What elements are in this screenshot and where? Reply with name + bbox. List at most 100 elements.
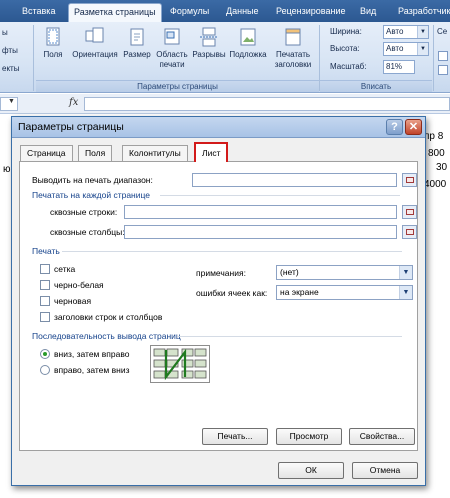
- chevron-down-icon: ▼: [417, 26, 428, 38]
- tab-page[interactable]: Страница: [20, 145, 73, 161]
- properties-button[interactable]: Свойства...: [349, 428, 415, 445]
- cols-repeat-input[interactable]: [124, 225, 397, 239]
- page-setup-dialog: Параметры страницы ? ✕ Страница Поля Кол…: [11, 116, 426, 486]
- ribbon-left-item-1[interactable]: ы: [2, 28, 8, 37]
- orientation-label: Ориентация: [72, 50, 118, 59]
- ribbon-separator: [33, 25, 34, 91]
- range-select-icon: [406, 209, 414, 215]
- tab-page-layout[interactable]: Разметка страницы: [68, 3, 162, 22]
- column-header-fragment: пр 8: [424, 131, 444, 142]
- background-icon: [240, 28, 256, 46]
- section-divider: [178, 336, 402, 337]
- print-area-label: Выводить на печать диапазон:: [32, 175, 153, 185]
- print-button[interactable]: Печать...: [202, 428, 268, 445]
- orientation-button[interactable]: Ориентация: [69, 24, 121, 80]
- cell-errors-label: ошибки ячеек как:: [196, 288, 268, 298]
- page-order-preview-icon: [150, 345, 210, 383]
- rows-repeat-label: сквозные строки:: [50, 207, 118, 217]
- page-order-diagram-icon: [153, 348, 207, 381]
- group-page-setup-label: Параметры страницы: [36, 80, 319, 92]
- cell-errors-value: на экране: [280, 287, 319, 297]
- tab-formulas[interactable]: Формулы: [170, 3, 209, 22]
- breaks-button[interactable]: Разрывы: [192, 24, 226, 80]
- section-divider: [62, 251, 402, 252]
- range-select-icon: [406, 177, 414, 183]
- tab-data[interactable]: Данные: [226, 3, 259, 22]
- preview-button[interactable]: Просмотр: [276, 428, 342, 445]
- page-order-section: Последовательность вывода страниц: [32, 331, 181, 341]
- range-select-icon: [406, 229, 414, 235]
- cell-value[interactable]: 800: [428, 148, 445, 159]
- dialog-title-bar[interactable]: Параметры страницы ? ✕: [12, 117, 425, 138]
- width-label: Ширина:: [330, 27, 362, 36]
- sheet-option-checkbox[interactable]: [438, 65, 448, 75]
- ribbon-separator: [433, 25, 434, 91]
- black-white-checkbox[interactable]: [40, 280, 50, 290]
- tab-sheet[interactable]: Лист: [194, 142, 229, 162]
- print-area-input[interactable]: [192, 173, 397, 187]
- gridlines-label: сетка: [54, 264, 76, 274]
- comments-label: примечания:: [196, 268, 246, 278]
- height-combo[interactable]: Авто ▼: [383, 42, 429, 56]
- width-value: Авто: [386, 27, 404, 36]
- row-col-headings-checkbox[interactable]: [40, 312, 50, 322]
- collapse-dialog-button[interactable]: [402, 173, 417, 187]
- chevron-down-icon: ▼: [399, 266, 412, 279]
- scale-spinner[interactable]: 81%: [383, 60, 415, 74]
- background-button[interactable]: Подложка: [228, 24, 268, 80]
- help-button[interactable]: ?: [386, 119, 403, 135]
- down-then-over-label: вниз, затем вправо: [54, 349, 130, 359]
- height-label: Высота:: [330, 44, 360, 53]
- comments-select[interactable]: (нет) ▼: [276, 265, 413, 280]
- formula-input[interactable]: [84, 97, 450, 111]
- gridlines-checkbox[interactable]: [40, 264, 50, 274]
- ribbon-left-item-3[interactable]: екты: [2, 64, 19, 73]
- tab-developer[interactable]: Разработчик: [398, 3, 450, 22]
- down-then-over-radio[interactable]: [40, 349, 50, 359]
- chevron-down-icon: ▼: [417, 43, 428, 55]
- ok-button[interactable]: ОК: [278, 462, 344, 479]
- cols-repeat-label: сквозные столбцы:: [50, 227, 125, 237]
- tab-view[interactable]: Вид: [360, 3, 376, 22]
- collapse-dialog-button[interactable]: [402, 225, 417, 239]
- rows-repeat-input[interactable]: [124, 205, 397, 219]
- cell-value[interactable]: 30: [436, 162, 447, 173]
- print-area-icon: [164, 28, 180, 45]
- tab-margins[interactable]: Поля: [78, 145, 113, 161]
- print-area-label: Область печати: [156, 50, 188, 69]
- close-button[interactable]: ✕: [405, 119, 422, 135]
- cancel-button[interactable]: Отмена: [352, 462, 418, 479]
- print-titles-icon: [285, 28, 301, 46]
- tab-review[interactable]: Рецензирование: [276, 3, 346, 22]
- sheet-tab-panel: Выводить на печать диапазон: Печатать на…: [19, 161, 418, 451]
- size-icon: [130, 28, 144, 46]
- ribbon: ы фты екты Поля Ориентация Размер Област…: [0, 22, 450, 93]
- cell-value[interactable]: ю: [3, 164, 11, 175]
- print-area-button[interactable]: Область печати: [154, 24, 190, 80]
- row-col-headings-label: заголовки строк и столбцов: [54, 312, 163, 322]
- margins-button[interactable]: Поля: [38, 24, 68, 80]
- size-button[interactable]: Размер: [122, 24, 152, 80]
- over-then-down-label: вправо, затем вниз: [54, 365, 130, 375]
- scale-label: Масштаб:: [330, 62, 367, 71]
- name-box-dropdown-icon[interactable]: ▼: [8, 98, 15, 105]
- tab-insert[interactable]: Вставка: [22, 3, 55, 22]
- breaks-label: Разрывы: [192, 50, 226, 59]
- ribbon-left-item-2[interactable]: фты: [2, 46, 18, 55]
- print-titles-button[interactable]: Печатать заголовки: [270, 24, 316, 80]
- over-then-down-radio[interactable]: [40, 365, 50, 375]
- draft-checkbox[interactable]: [40, 296, 50, 306]
- chevron-down-icon: ▼: [399, 286, 412, 299]
- sheet-option-checkbox[interactable]: [438, 51, 448, 61]
- cell-errors-select[interactable]: на экране ▼: [276, 285, 413, 300]
- tab-header-footer[interactable]: Колонтитулы: [122, 145, 188, 161]
- formula-bar: ▼ fx: [0, 94, 450, 114]
- comments-value: (нет): [280, 267, 299, 277]
- black-white-label: черно-белая: [54, 280, 104, 290]
- collapse-dialog-button[interactable]: [402, 205, 417, 219]
- width-combo[interactable]: Авто ▼: [383, 25, 429, 39]
- cell-value[interactable]: 4000: [424, 179, 446, 190]
- fx-icon[interactable]: fx: [69, 97, 78, 108]
- group-sheet-options-label: Се: [437, 27, 448, 36]
- breaks-icon: [200, 27, 218, 47]
